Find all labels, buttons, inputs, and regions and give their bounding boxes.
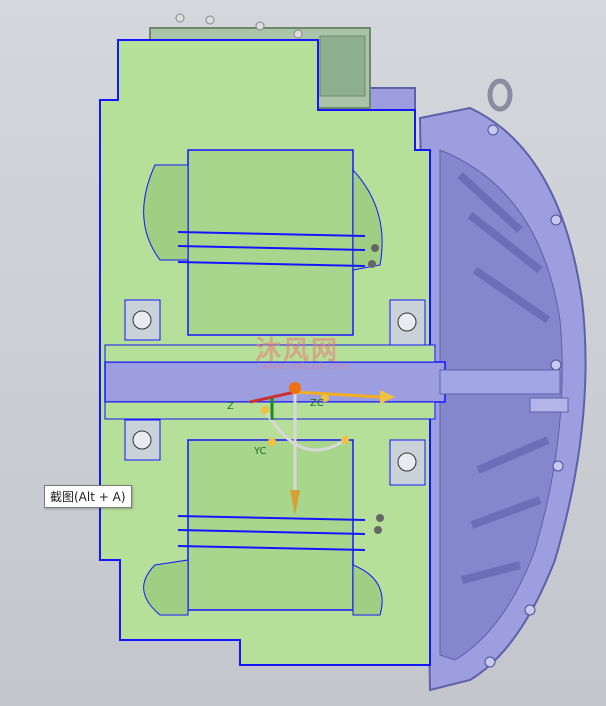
cad-viewport[interactable]: 沐风网 www.mfcad.com Z ZC YC [0,0,606,706]
axis-label-z: Z [227,401,234,412]
watermark-subtext: www.mfcad.com [262,362,350,372]
axis-label-zc: ZC [310,398,324,409]
screenshot-tooltip: 截图(Alt + A) [44,485,132,508]
axis-label-yc: YC [254,446,267,457]
